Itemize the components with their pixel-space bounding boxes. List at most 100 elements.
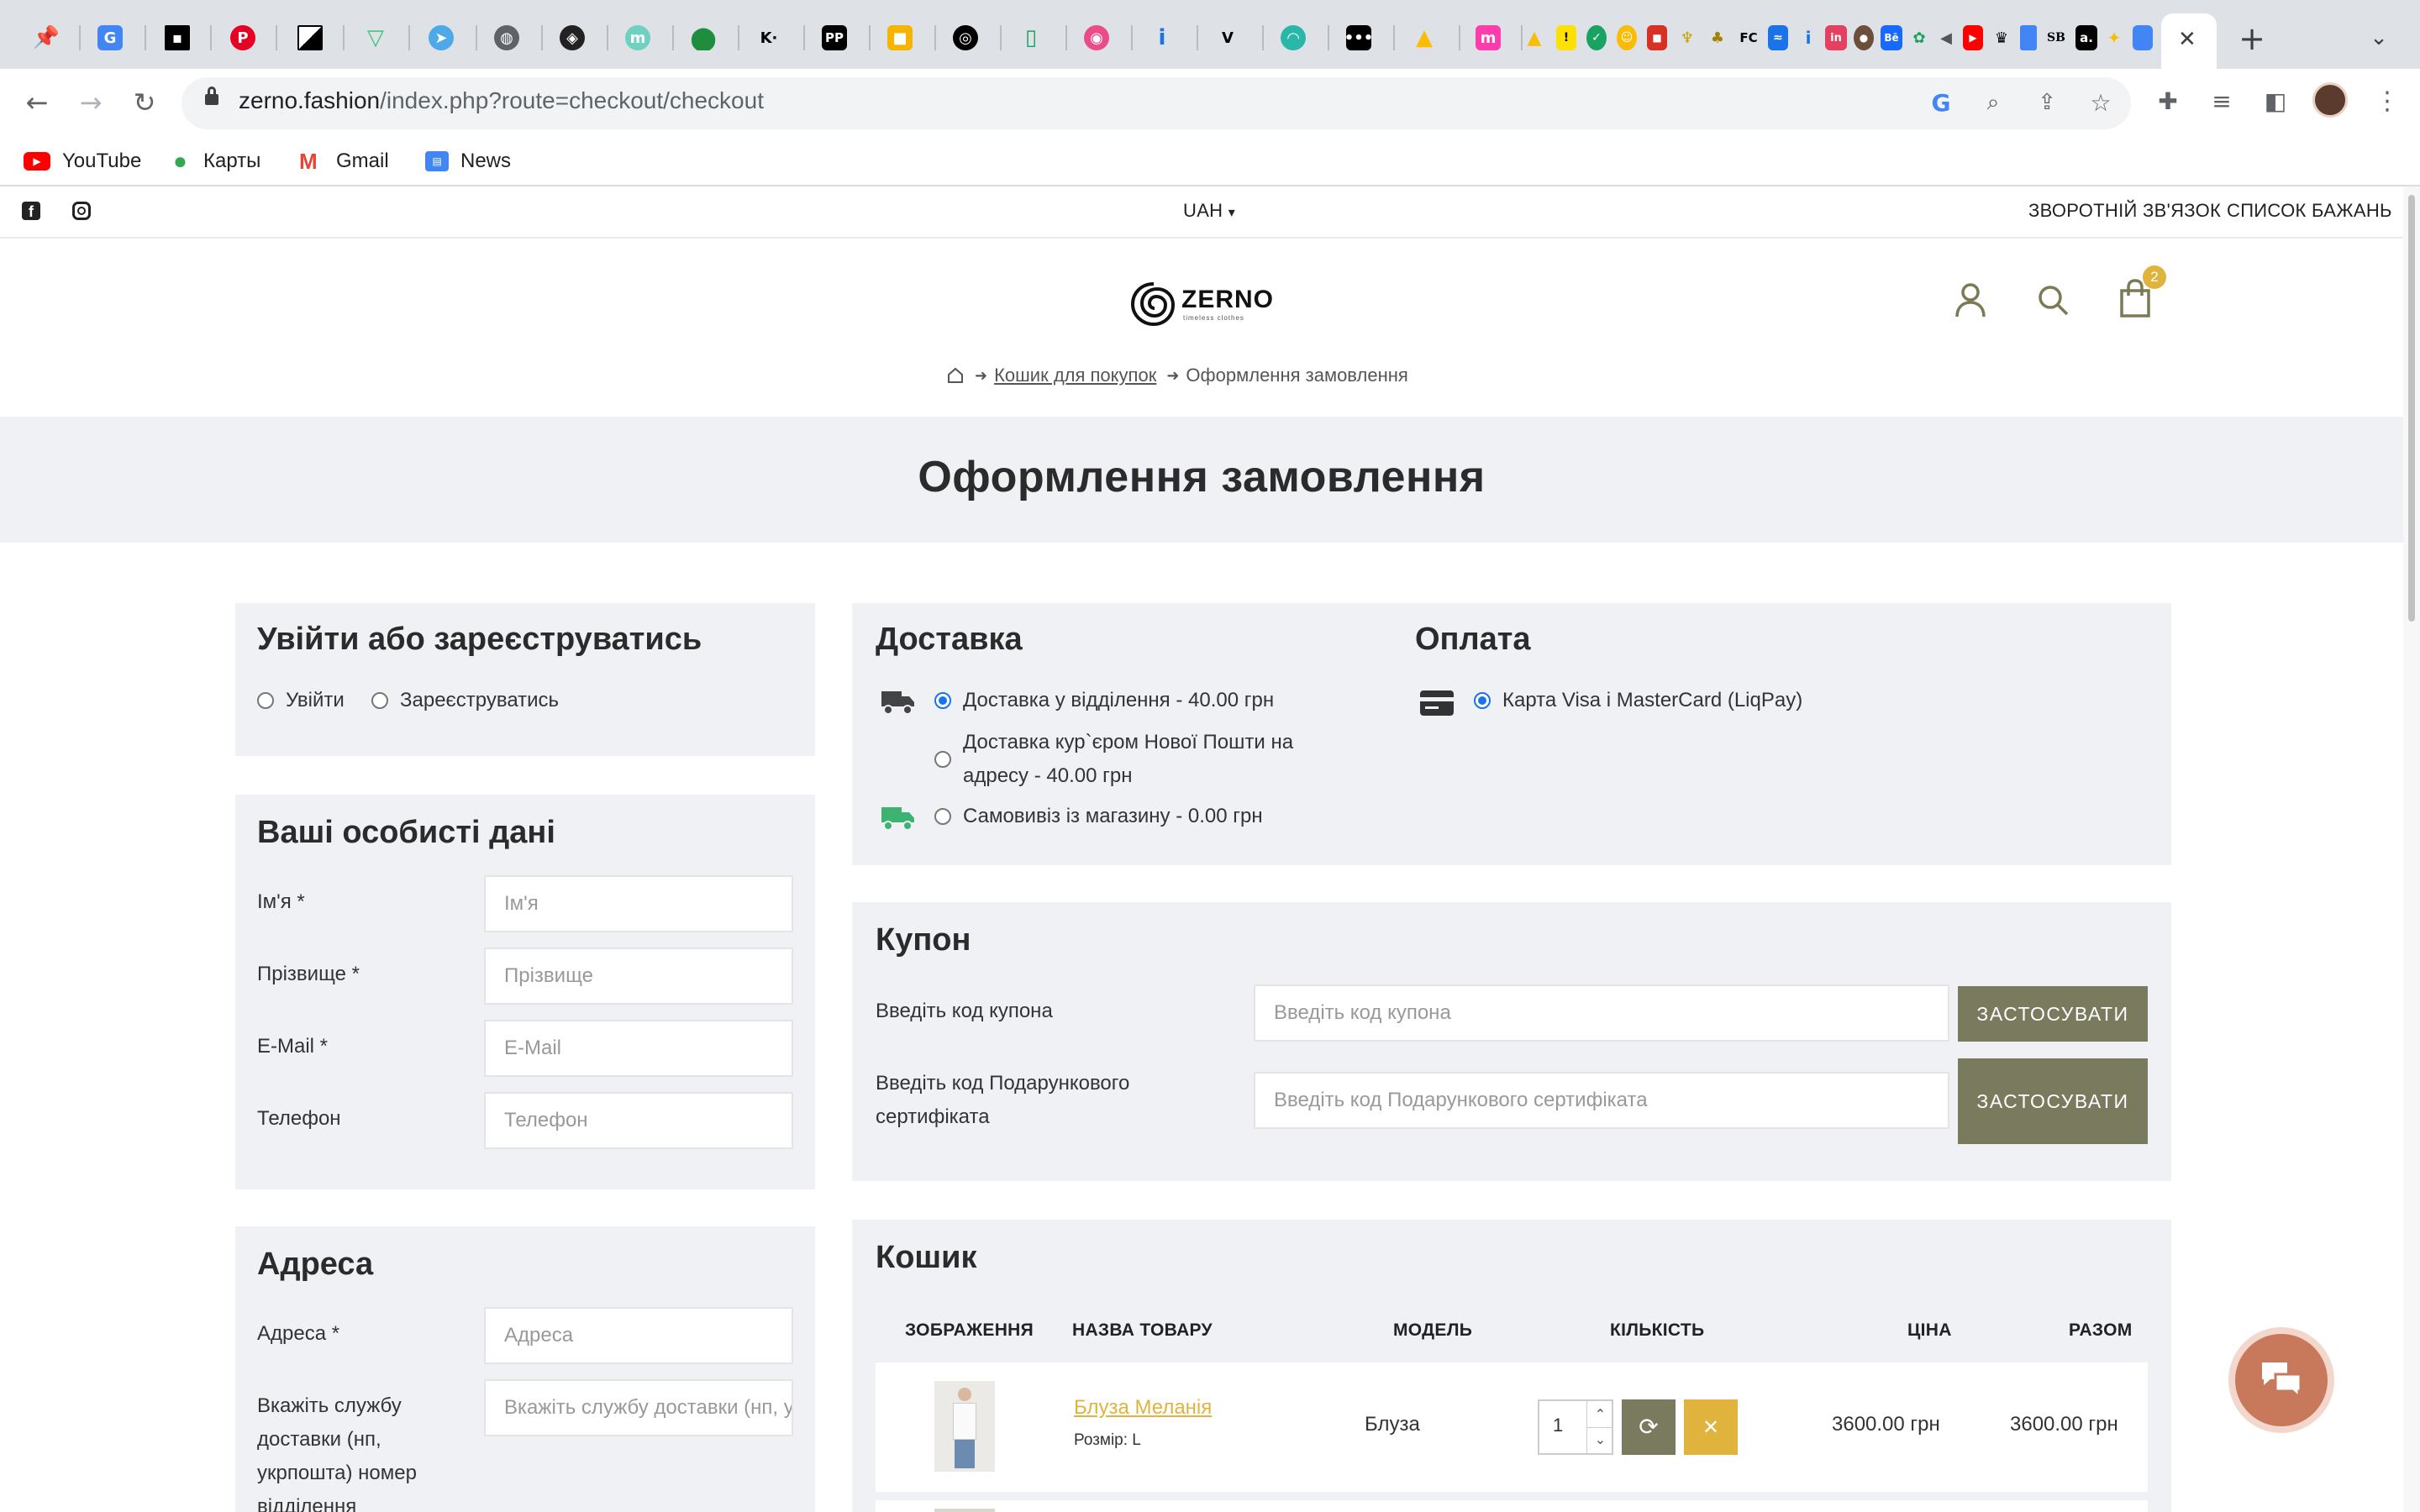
blocks-icon[interactable]: ■ — [887, 25, 913, 50]
google-icon[interactable]: G — [1926, 87, 1956, 118]
v-icon[interactable]: V — [1215, 25, 1240, 50]
a-icon[interactable]: a. — [2075, 25, 2097, 50]
bookmark-maps[interactable]: ● Карты — [173, 144, 260, 178]
tab-search-icon[interactable]: ⌄ — [2366, 25, 2391, 50]
m-brand-icon[interactable]: m — [1476, 25, 1501, 50]
home-icon[interactable] — [946, 366, 965, 385]
product-image[interactable] — [934, 1381, 995, 1472]
red-tab-icon[interactable]: ■ — [1647, 25, 1667, 50]
zoom-icon[interactable]: ⌕ — [1978, 87, 2008, 118]
close-tab-icon[interactable]: ✕ — [2178, 27, 2196, 52]
new-tab-icon[interactable]: + — [2235, 20, 2269, 57]
product-name-link[interactable]: Блуза Меланія — [1074, 1396, 1212, 1420]
coupon-input[interactable]: Введіть код купона — [1254, 984, 1949, 1042]
wishlist-link[interactable]: СПИСОК БАЖАНЬ — [2227, 200, 2392, 222]
k-icon[interactable]: K· — [756, 25, 781, 50]
quantity-down-icon[interactable]: ⌄ — [1586, 1428, 1613, 1455]
dots-icon[interactable]: ••• — [1346, 25, 1371, 50]
drive-icon[interactable]: ▲ — [1412, 25, 1437, 50]
star-tab-icon[interactable]: ✦ — [2104, 25, 2124, 50]
speaker-icon[interactable]: ◀ — [1936, 25, 1956, 50]
shield-tab-icon[interactable]: ♆ — [1677, 25, 1697, 50]
payment-option-radio[interactable] — [1474, 692, 1491, 709]
dribbble-icon[interactable]: ◉ — [1084, 25, 1109, 50]
info-icon[interactable]: i — [1150, 25, 1175, 50]
bee-icon[interactable]: ♛ — [1991, 25, 2012, 50]
email-input[interactable]: E-Mail — [484, 1020, 793, 1077]
address-input[interactable]: Адреса — [484, 1307, 793, 1364]
side-panel-icon[interactable]: ◧ — [2259, 84, 2292, 118]
apply-gift-button[interactable]: ЗАСТОСУВАТИ — [1958, 1058, 2148, 1144]
quantity-up-icon[interactable]: ⌃ — [1586, 1401, 1613, 1428]
phone-icon[interactable]: ▯ — [1018, 25, 1044, 50]
bookmark-news[interactable]: ▤ News — [425, 144, 511, 178]
vue-icon[interactable]: ▽ — [363, 25, 388, 50]
login-radio[interactable] — [257, 692, 274, 709]
cube-icon[interactable]: ◈ — [560, 25, 585, 50]
media-icon[interactable]: ≡ — [2205, 84, 2238, 118]
instagram-icon[interactable] — [72, 202, 91, 220]
exclaim-icon[interactable]: ! — [1556, 25, 1576, 50]
site-logo[interactable]: ZERNO timeless clothes — [1128, 277, 1279, 329]
m-icon[interactable]: m — [625, 25, 650, 50]
delivery-option-1-radio[interactable] — [934, 692, 951, 709]
gift-certificate-input[interactable]: Введіть код Подарункового сертифіката — [1254, 1072, 1949, 1129]
search-icon[interactable] — [2033, 281, 2072, 319]
drive-small-icon[interactable]: ▲ — [1524, 25, 1544, 50]
bookmark-youtube[interactable]: ▶ YouTube — [24, 144, 141, 178]
breadcrumb-cart-link[interactable]: Кошик для покупок — [994, 365, 1156, 386]
quantity-stepper[interactable]: 1 ⌃ ⌄ — [1538, 1399, 1613, 1455]
pin-icon[interactable]: 📌 — [34, 25, 59, 50]
wreath-icon[interactable]: ♣ — [1707, 25, 1728, 50]
chat-button[interactable] — [2235, 1334, 2328, 1426]
menu-icon[interactable]: ⋮ — [2375, 84, 2400, 118]
fc-icon[interactable]: FC — [1736, 25, 1761, 50]
forward-icon[interactable]: → — [72, 84, 109, 121]
delivery-option-2-radio[interactable] — [934, 751, 951, 768]
check-icon[interactable]: ✓ — [1586, 25, 1607, 50]
phone-input[interactable]: Телефон — [484, 1092, 793, 1149]
globe-icon[interactable]: ◍ — [494, 25, 519, 50]
scrollbar-thumb[interactable] — [2408, 195, 2415, 622]
lastname-input[interactable]: Прізвище — [484, 948, 793, 1005]
bookmark-gmail[interactable]: M Gmail — [299, 144, 389, 178]
chart-tab-icon[interactable]: ≈ — [1768, 25, 1788, 50]
profile-avatar[interactable] — [2312, 82, 2348, 118]
behance-icon[interactable]: Bē — [1881, 25, 1902, 50]
maps-pin-icon[interactable]: ⬤ — [691, 25, 716, 50]
doc-tab-icon[interactable] — [2020, 25, 2037, 50]
facebook-icon[interactable]: f — [22, 202, 40, 220]
pinterest-icon[interactable]: P — [230, 25, 255, 50]
share-icon[interactable]: ⇪ — [2032, 87, 2062, 118]
ring-icon[interactable]: ◎ — [953, 25, 978, 50]
reload-icon[interactable]: ↻ — [126, 84, 163, 121]
remove-button[interactable]: ✕ — [1684, 1399, 1738, 1455]
info-small-icon[interactable]: i — [1798, 25, 1818, 50]
apply-coupon-button[interactable]: ЗАСТОСУВАТИ — [1958, 986, 2148, 1042]
plant-icon[interactable]: ✿ — [1909, 25, 1929, 50]
pp-icon[interactable]: PP — [822, 25, 847, 50]
unsplash-icon[interactable]: ▪ — [165, 25, 190, 50]
register-radio[interactable] — [371, 692, 388, 709]
quantity-input[interactable]: 1 — [1553, 1415, 1563, 1436]
delivery-option-3-radio[interactable] — [934, 808, 951, 825]
blue-tab-icon[interactable] — [2133, 25, 2153, 50]
translate-icon[interactable]: G — [97, 25, 123, 50]
youtube-tab-icon[interactable]: ▶ — [1963, 25, 1983, 50]
seal-icon[interactable]: ◠ — [1281, 25, 1306, 50]
feedback-link[interactable]: ЗВОРОТНІЙ ЗВ'ЯЗОК — [2028, 200, 2221, 222]
delivery-service-input[interactable]: Вкажіть службу доставки (нп, укрпошта) н… — [484, 1379, 793, 1436]
firstname-input[interactable]: Ім'я — [484, 875, 793, 932]
back-icon[interactable]: ← — [18, 84, 55, 121]
emoji-icon[interactable]: ☺ — [1617, 25, 1637, 50]
bookmark-star-icon[interactable]: ☆ — [2086, 87, 2116, 118]
refresh-button[interactable]: ⟳ — [1622, 1399, 1676, 1455]
extensions-icon[interactable]: ✚ — [2151, 84, 2185, 118]
tab-icon-half[interactable] — [297, 25, 323, 50]
sb-icon[interactable]: SB — [2044, 25, 2069, 50]
in-icon[interactable]: in — [1825, 25, 1847, 50]
address-bar[interactable]: zerno.fashion/index.php?route=checkout/c… — [182, 77, 2131, 129]
avatar-tab-icon[interactable]: ● — [1854, 25, 1874, 50]
active-tab[interactable]: ✕ — [2161, 13, 2217, 69]
currency-selector[interactable]: UAH ▾ — [1183, 200, 1235, 222]
